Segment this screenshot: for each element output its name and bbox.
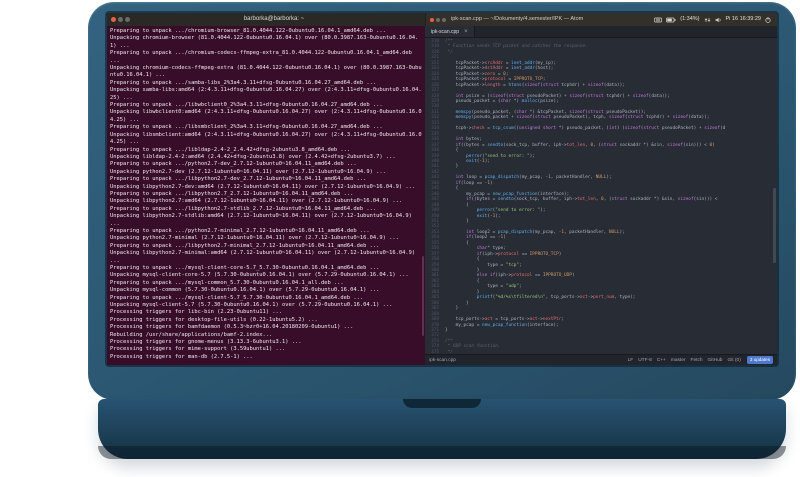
- terminal-output-line: Preparing to unpack .../python2.7-dev_2.…: [110, 161, 357, 168]
- terminal-scrollbar[interactable]: [422, 256, 424, 336]
- terminal-output-line: Unpacking mysql-client-5.7 (5.7.30-0ubun…: [110, 302, 393, 309]
- terminal-output-line: Processing triggers for man-db (2.7.5-1)…: [110, 353, 253, 360]
- status-item[interactable]: UTF-8: [638, 358, 652, 363]
- tab-close-icon[interactable]: ×: [464, 29, 468, 35]
- terminal-output-line: Unpacking libpython2.7-minimal:amd64 (2.…: [110, 250, 416, 264]
- keyboard-indicator-icon[interactable]: [654, 17, 663, 23]
- terminal-output-line: Preparing to unpack .../python2.7-minima…: [110, 227, 370, 234]
- top-panel: barborka@barborka: ~ ipk-scan.cpp — ~/Do…: [107, 13, 777, 26]
- maximize-button[interactable]: [442, 17, 446, 22]
- terminal-output-line: Unpacking mysql-common (5.7.30-0ubuntu0.…: [110, 287, 380, 294]
- terminal-output-line: Preparing to unpack .../mysql-client-cor…: [110, 265, 380, 271]
- atom-window-controls: [430, 17, 446, 22]
- terminal-output-line: Preparing to unpack .../libwbclient0_2%3…: [110, 102, 383, 109]
- terminal-output-line: Preparing to unpack .../libpython2.7-min…: [110, 242, 380, 249]
- status-item[interactable]: C++: [657, 358, 666, 363]
- tab-ipk-scan[interactable]: ipk-scan.cpp ×: [425, 26, 475, 37]
- terminal-output-line: Unpacking libpython2.7-stdlib:amd64 (2.7…: [110, 213, 412, 227]
- power-icon[interactable]: [765, 16, 771, 23]
- battery-percentage[interactable]: (1:34%): [680, 13, 699, 26]
- code-line: */: [445, 349, 453, 354]
- terminal-output-line: Processing triggers for mime-support (3.…: [110, 346, 286, 353]
- atom-tab-bar: ipk-scan.cpp ×: [425, 26, 777, 38]
- atom-window: ipk-scan.cpp × 318 319 320 321 322 323 324 325 3…: [425, 26, 777, 365]
- laptop-frame: barborka@barborka: ~ ipk-scan.cpp — ~/Do…: [88, 2, 796, 400]
- terminal-output-line: Preparing to unpack .../libpython2.7-dev…: [110, 176, 367, 183]
- terminal-output-line: Processing triggers for libc-bin (2.23-0…: [110, 309, 283, 316]
- terminal-titlebar: barborka@barborka: ~: [107, 13, 425, 26]
- laptop-screen: barborka@barborka: ~ ipk-scan.cpp — ~/Do…: [107, 13, 777, 365]
- terminal-output-line: Preparing to unpack .../libpython2.7_2.7…: [110, 190, 354, 197]
- terminal-output-line: Preparing to unpack .../samba-libs_2%3a4…: [110, 79, 377, 86]
- terminal-title: barborka@barborka: ~: [243, 16, 305, 22]
- atom-status-bar: ipk-scan.cpp LF UTF-8 C++ master Fetch GitHub…: [425, 354, 777, 365]
- status-file-name[interactable]: ipk-scan.cpp: [429, 358, 456, 363]
- network-icon[interactable]: [704, 17, 711, 23]
- terminal-output-line: Processing triggers for gnome-menus (3.1…: [110, 339, 302, 346]
- terminal-window[interactable]: Preparing to unpack .../chromium-browser…: [107, 26, 425, 365]
- terminal-output-line: Rebuilding /usr/share/applications/bamf-…: [110, 331, 273, 338]
- terminal-output-line: Preparing to unpack .../libpython2.7-std…: [110, 205, 377, 212]
- atom-titlebar: ipk-scan.cpp — ~/Dokumenty/4.semester/IP…: [425, 13, 777, 26]
- terminal-output-line: Unpacking mysql-client-core-5.7 (5.7.30-…: [110, 272, 409, 279]
- laptop-base-notch: [403, 399, 481, 408]
- code-content: /** * Function sends TCP packet and catc…: [441, 38, 777, 354]
- terminal-output-line: Unpacking libldap-2.4-2:amd64 (2.4.42+df…: [110, 153, 396, 160]
- atom-window-title: ipk-scan.cpp — ~/Dokumenty/4.semester/IP…: [451, 16, 584, 22]
- status-item[interactable]: Fetch: [691, 358, 703, 363]
- terminal-output-line: Unpacking libsmbclient:amd64 (2:4.3.11+d…: [110, 131, 422, 146]
- status-item[interactable]: Git (0): [727, 358, 740, 363]
- status-item[interactable]: GitHub: [708, 358, 723, 363]
- status-item[interactable]: master: [671, 358, 686, 363]
- terminal-output-line: Preparing to unpack .../libldap-2.4-2_2.…: [110, 146, 351, 153]
- terminal-output-line: Unpacking libwbclient0:amd64 (2:4.3.11+d…: [110, 109, 422, 123]
- terminal-output-line: Unpacking libpython2.7-dev:amd64 (2.7.12…: [110, 183, 416, 190]
- terminal-output-line: Processing triggers for desktop-file-uti…: [110, 316, 318, 323]
- minimize-button[interactable]: [436, 17, 440, 22]
- minimize-button[interactable]: [118, 17, 123, 22]
- terminal-output-line: Unpacking chromium-codecs-ffmpeg-extra (…: [110, 65, 422, 79]
- status-right-items: LF UTF-8 C++ master Fetch GitHub Git (0): [628, 358, 741, 363]
- code-editor[interactable]: 318 319 320 321 322 323 324 325 326 327 328 329 330 3…: [425, 38, 777, 354]
- battery-icon[interactable]: [666, 17, 676, 23]
- volume-icon[interactable]: [715, 17, 722, 23]
- terminal-output-line: Processing triggers for bamfdaemon (0.5.…: [110, 324, 354, 331]
- terminal-output-line: Preparing to unpack .../mysql-common_5.7…: [110, 279, 344, 286]
- line-number: 375: [431, 349, 439, 354]
- terminal-output-line: Unpacking chromium-browser (81.0.4044.12…: [110, 35, 419, 49]
- terminal-output-line: Unpacking python2.7-minimal (2.7.12-1ubu…: [110, 235, 399, 242]
- tab-label: ipk-scan.cpp: [431, 28, 460, 35]
- terminal-output: Preparing to unpack .../chromium-browser…: [110, 28, 424, 361]
- laptop-base: [98, 399, 786, 459]
- terminal-output-line: Preparing to unpack .../mysql-client-5.7…: [110, 294, 364, 301]
- terminal-output-line: Preparing to unpack .../chromium-codecs-…: [110, 50, 412, 64]
- close-button[interactable]: [430, 17, 434, 22]
- terminal-output-line: Preparing to unpack .../libsmbclient_2%3…: [110, 124, 383, 131]
- close-button[interactable]: [111, 17, 116, 22]
- status-item[interactable]: LF: [628, 358, 634, 363]
- terminal-output-line: Preparing to unpack .../chromium-browser…: [110, 28, 386, 34]
- terminal-output-line: Unpacking samba-libs:amd64 (2:4.3.11+dfs…: [110, 87, 422, 101]
- line-number-gutter: 318 319 320 321 322 323 324 325 326 327 328 329 330 3…: [425, 38, 441, 354]
- system-indicators: (1:34%) Pi 16 16:39:29: [654, 13, 777, 26]
- updates-badge[interactable]: 3 updates: [746, 356, 773, 364]
- laptop-mockup: barborka@barborka: ~ ipk-scan.cpp — ~/Do…: [0, 0, 800, 477]
- terminal-output-line: Unpacking libpython2.7:amd64 (2.7.12-1ub…: [110, 198, 403, 205]
- editor-scrollbar[interactable]: [773, 188, 776, 263]
- clock[interactable]: Pi 16 16:39:29: [726, 13, 761, 26]
- terminal-output-line: Unpacking python2.7-dev (2.7.12-1ubuntu0…: [110, 168, 386, 175]
